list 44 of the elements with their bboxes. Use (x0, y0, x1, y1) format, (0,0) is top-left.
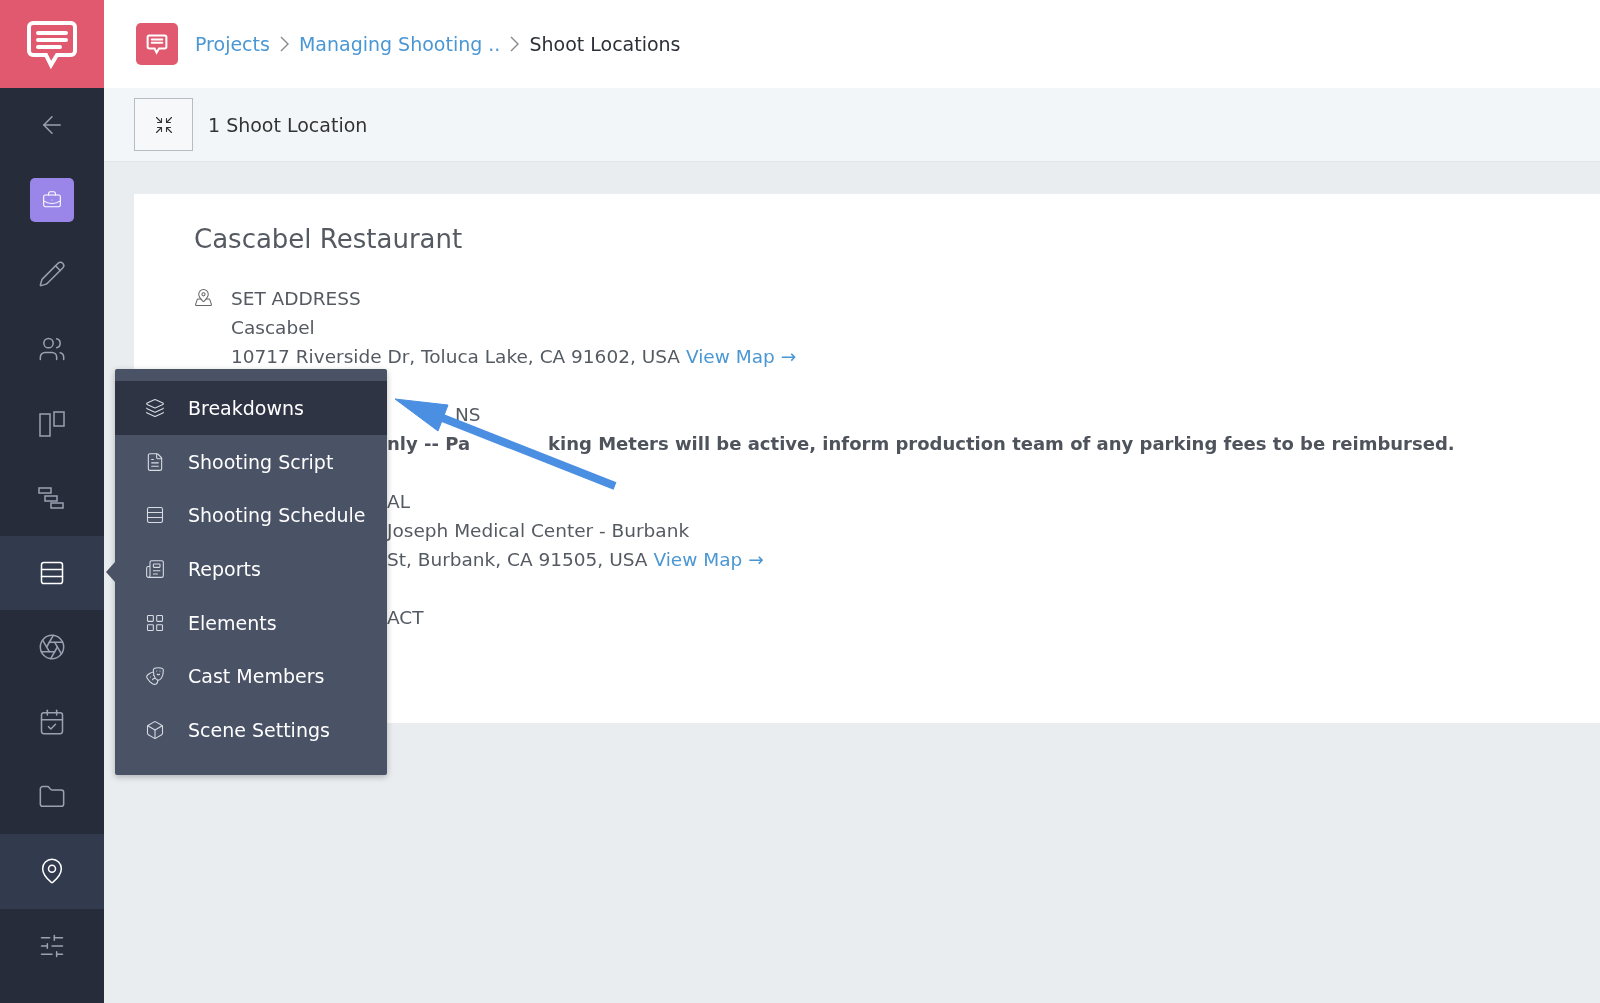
location-count: 1 Shoot Location (208, 113, 368, 136)
report-icon (145, 558, 165, 579)
chevron-icon (279, 36, 289, 52)
map-pin-icon (194, 288, 213, 307)
calendar-icon (38, 708, 66, 737)
briefcase-icon (42, 189, 62, 210)
menu-item[interactable]: Shooting Script (115, 434, 387, 489)
sidebar-item[interactable] (0, 535, 104, 611)
sidebar-item[interactable] (0, 833, 104, 909)
layers-icon (145, 397, 165, 418)
chevron-icon (510, 36, 520, 52)
section-label: AL (387, 490, 410, 514)
page-title: Shoot Locations (529, 33, 681, 55)
section-line: Cascabel (231, 316, 315, 340)
menu-item[interactable]: Shooting Schedule (115, 488, 387, 543)
timeline-icon (38, 486, 66, 511)
section-line: Joseph Medical Center - Burbank (387, 519, 690, 543)
menu-item[interactable]: Breakdowns (115, 381, 387, 435)
masks-icon (145, 666, 165, 687)
section-label: NS (455, 403, 481, 427)
address-text: 10717 Riverside Dr, Toluca Lake, CA 91602, USA (231, 345, 680, 369)
address-text: St, Burbank, CA 91505, USA (387, 548, 648, 572)
aperture-icon (38, 633, 66, 662)
collapse-button[interactable] (134, 98, 193, 151)
box-icon (145, 719, 165, 740)
app-logo[interactable] (0, 0, 104, 88)
location-title: Cascabel Restaurant (194, 224, 464, 254)
menu-item[interactable]: Cast Members (115, 649, 387, 704)
menu-item[interactable]: Reports (115, 542, 387, 596)
app-icon[interactable] (136, 23, 178, 65)
menu-item[interactable]: Scene Settings (115, 703, 387, 757)
section-label: SET ADDRESS (231, 287, 361, 311)
projects-badge[interactable] (30, 177, 74, 222)
document-icon (145, 451, 165, 472)
note-text: nly -- Pa (387, 432, 471, 456)
columns-icon (38, 409, 66, 438)
shrink-icon (153, 114, 174, 135)
list-icon (145, 505, 165, 526)
note-text: king Meters will be active, inform production team of any parking fees to be reimbursed. (548, 432, 1455, 456)
menu-item[interactable]: Elements (115, 595, 387, 650)
chat-bubble-icon (146, 33, 168, 55)
grid-icon (145, 612, 165, 633)
section-label: ACT (387, 606, 424, 630)
pencil-icon (38, 260, 66, 289)
